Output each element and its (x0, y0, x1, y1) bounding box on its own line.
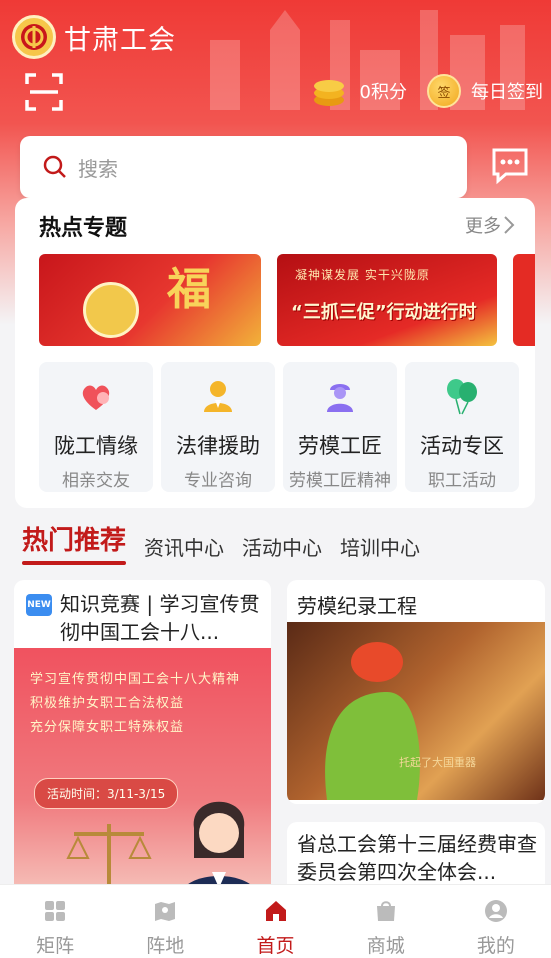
topic-banner-3[interactable] (513, 254, 535, 346)
new-badge: NEW (26, 594, 52, 616)
message-icon[interactable] (490, 146, 530, 186)
worker-photo-image: 托起了大国重器 (287, 622, 545, 800)
nav-home[interactable]: 首页 (220, 885, 330, 958)
worker-icon (327, 384, 353, 412)
points-value[interactable]: 0积分 (360, 78, 407, 104)
poster-activity-time: 活动时间：3/11-3/15 (34, 778, 179, 809)
tab-hot-recommend[interactable]: 热门推荐 (22, 520, 127, 565)
topic-banner-1[interactable]: 福 (39, 254, 261, 346)
welder-figure (325, 642, 420, 800)
feed-card-title: 省总工会第十三届经费审查委员会第四次全体会... (297, 832, 537, 884)
search-icon (43, 155, 66, 178)
service-sub: 劳模工匠精神 (289, 471, 391, 491)
service-sub: 专业咨询 (184, 471, 252, 491)
service-sub: 职工活动 (428, 471, 496, 491)
tab-news[interactable]: 资讯中心 (144, 532, 224, 561)
chevron-right-icon (504, 216, 515, 234)
service-model-workers[interactable]: 劳模工匠 劳模工匠精神 (283, 362, 397, 492)
nav-label: 矩阵 (36, 935, 75, 957)
poster-text-line: 积极维护女职工合法权益 (30, 696, 185, 711)
topic-banner-2[interactable]: 凝神谋发展 实干兴陇原 “三抓三促”行动进行时 (277, 254, 497, 346)
balloon-icon (447, 379, 477, 415)
union-logo-icon (12, 15, 56, 59)
bottom-navigation: 矩阵 阵地 首页 商城 我的 (0, 884, 551, 958)
tab-training[interactable]: 培训中心 (340, 532, 420, 561)
coin-stack-icon (313, 80, 344, 106)
hot-topics-card: 热点专题 更多 福 凝神谋发展 实干兴陇原 “三抓三促”行动进行时 陇工情缘 相… (15, 198, 535, 508)
poster-text-line: 学习宣传贯彻中国工会十八大精神 (30, 672, 241, 687)
poster-text-line: 充分保障女职工特殊权益 (30, 720, 185, 735)
sign-in-coin-icon[interactable]: 签 (427, 74, 461, 108)
points-bar: 0积分 签 每日签到 (312, 74, 543, 108)
shop-icon (376, 901, 395, 921)
service-name: 法律援助 (176, 434, 260, 458)
daily-signin-link[interactable]: 每日签到 (471, 78, 543, 104)
more-label: 更多 (465, 216, 501, 237)
heart-icon (82, 385, 110, 410)
feed-card-title: 知识竞赛 | 学习宣传贯彻中国工会十八... (60, 592, 260, 644)
service-matchmaking[interactable]: 陇工情缘 相亲交友 (39, 362, 153, 492)
user-icon (484, 900, 507, 922)
quiz-poster-image: 学习宣传贯彻中国工会十八大精神 积极维护女职工合法权益 充分保障女职工特殊权益 … (14, 648, 271, 900)
nav-matrix[interactable]: 矩阵 (0, 885, 110, 958)
nav-mall[interactable]: 商城 (331, 885, 441, 958)
hot-topics-title: 热点专题 (39, 216, 128, 241)
nav-label: 商城 (366, 935, 405, 957)
home-icon (265, 901, 286, 921)
banner2-slogan: 凝神谋发展 实干兴陇原 (295, 268, 430, 282)
nav-position[interactable]: 阵地 (110, 885, 220, 958)
more-link[interactable]: 更多 (465, 212, 517, 238)
nav-label: 首页 (256, 935, 295, 957)
content-tabs: 热门推荐 资讯中心 活动中心 培训中心 (22, 520, 438, 565)
banner1-headline: 福 (167, 264, 211, 315)
service-activities[interactable]: 活动专区 职工活动 (405, 362, 519, 492)
photo-caption: 托起了大国重器 (399, 756, 476, 769)
union-emblem-icon (83, 282, 139, 338)
service-sub: 相亲交友 (62, 471, 130, 491)
feed-card-model-workers[interactable]: 劳模纪录工程 托起了大国重器 (287, 580, 545, 804)
service-name: 陇工情缘 (54, 434, 138, 458)
nav-label: 阵地 (146, 935, 185, 957)
service-name: 活动专区 (420, 434, 504, 458)
nav-mine[interactable]: 我的 (441, 885, 551, 958)
feed-card-title: 劳模纪录工程 (297, 594, 417, 618)
banner2-headline: “三抓三促”行动进行时 (291, 302, 477, 323)
service-legal-aid[interactable]: 法律援助 专业咨询 (161, 362, 275, 492)
search-bar[interactable]: 搜索 (20, 136, 467, 198)
map-icon (155, 902, 176, 921)
nav-label: 我的 (476, 935, 515, 957)
scan-icon[interactable] (24, 72, 64, 112)
app-header: 甘肃工会 (12, 14, 176, 60)
lawyer-icon (204, 381, 232, 412)
grid-icon (45, 901, 66, 921)
tab-activities[interactable]: 活动中心 (242, 532, 322, 561)
feed-card-quiz[interactable]: NEW 知识竞赛 | 学习宣传贯彻中国工会十八... 学习宣传贯彻中国工会十八大… (14, 580, 271, 900)
search-placeholder: 搜索 (78, 156, 118, 181)
app-title: 甘肃工会 (64, 24, 176, 56)
service-name: 劳模工匠 (298, 434, 382, 458)
